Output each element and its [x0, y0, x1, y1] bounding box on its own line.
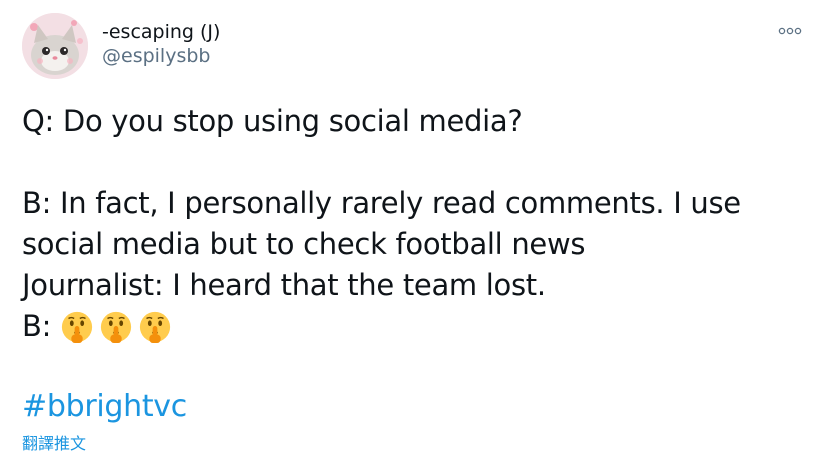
tweet-header: -escaping (J) @espilysbb [22, 13, 812, 81]
hashtag-link[interactable]: #bbrightvc [22, 385, 187, 429]
tweet-emoji-line: B: [22, 306, 802, 347]
tweet-line: Journalist: I heard that the team lost. [22, 268, 546, 302]
avatar[interactable] [22, 13, 88, 79]
tweet-card: -escaping (J) @espilysbb Q: Do you stop … [0, 0, 823, 467]
more-options-icon[interactable] [778, 23, 802, 37]
author-display-name[interactable]: -escaping (J) [102, 20, 220, 44]
tweet-text: Q: Do you stop using social media? B: In… [22, 101, 802, 347]
tweet-line: Q: Do you stop using social media? [22, 104, 523, 138]
shushing-face-emoji-icon [61, 311, 93, 343]
emoji-line-prefix: B: [22, 309, 52, 343]
shushing-face-emoji-icon [100, 311, 132, 343]
translate-tweet-link[interactable]: 翻譯推文 [22, 433, 86, 455]
tweet-line: social media but to check football news [22, 227, 586, 261]
tweet-line: B: In fact, I personally rarely read com… [22, 186, 741, 220]
author-handle[interactable]: @espilysbb [102, 44, 220, 68]
cat-avatar-icon [22, 13, 88, 79]
author-info: -escaping (J) @espilysbb [102, 20, 220, 68]
shushing-face-emoji-icon [139, 311, 171, 343]
